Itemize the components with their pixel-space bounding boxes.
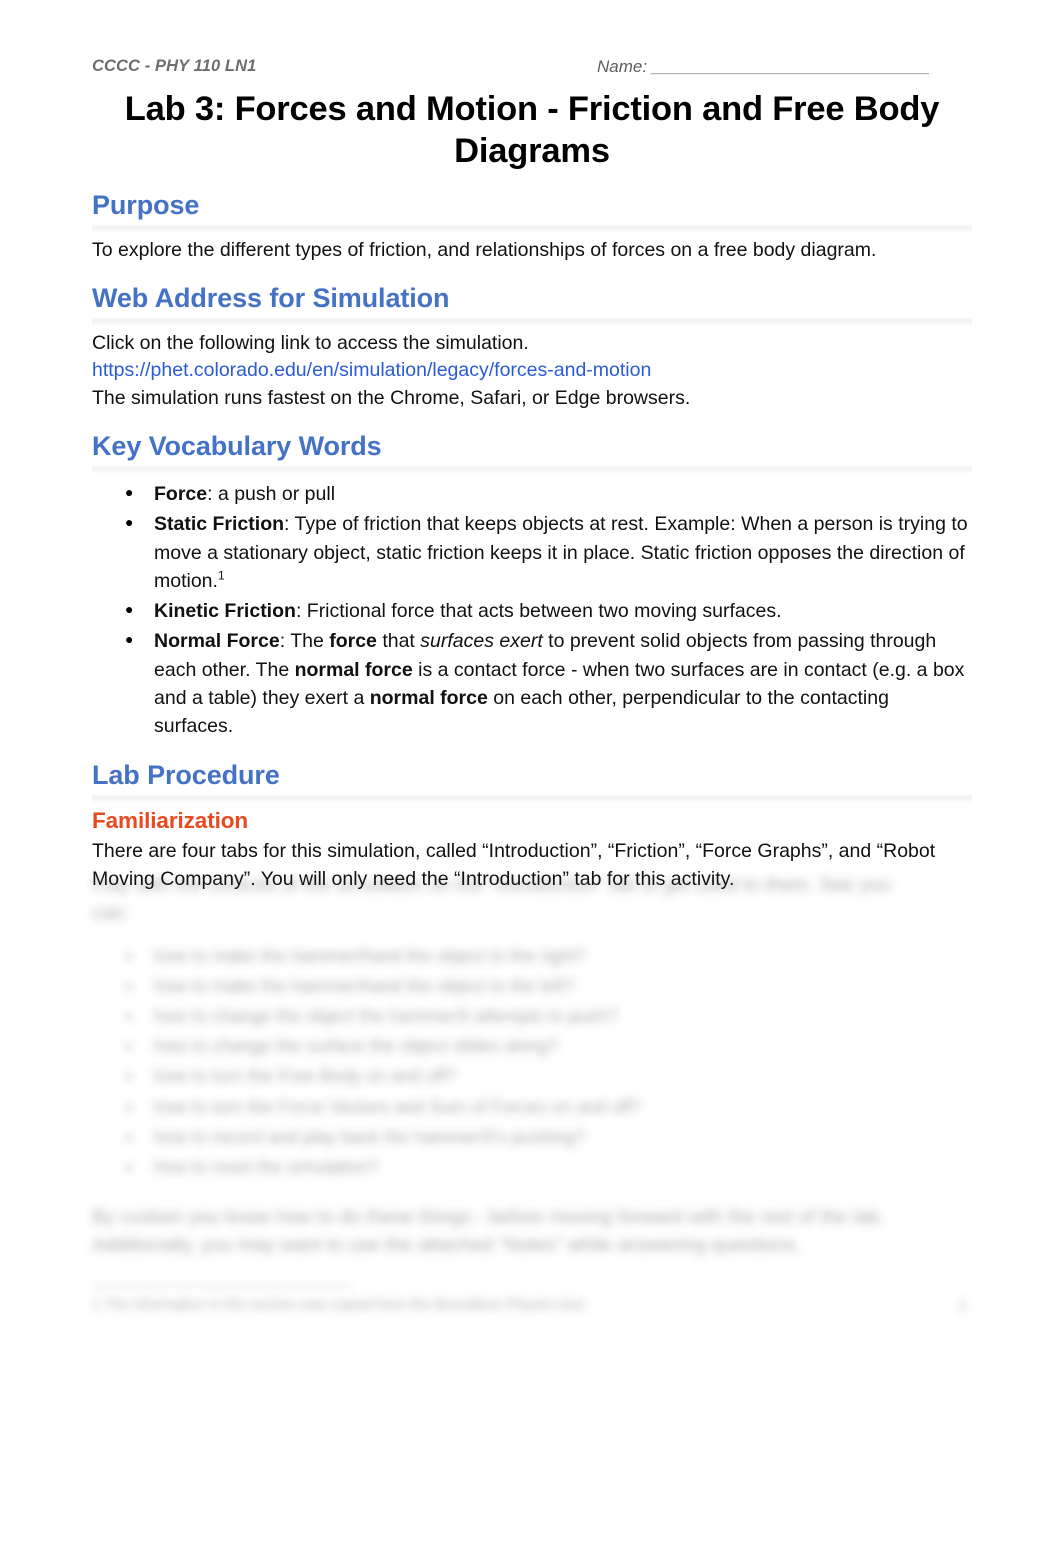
list-item: Normal Force: The force that surfaces ex… xyxy=(125,626,972,740)
list-item: how to change the surface the object sli… xyxy=(125,1032,972,1061)
browser-note: The simulation runs fastest on the Chrom… xyxy=(92,387,691,410)
text-run: normal force xyxy=(294,658,413,681)
simulation-link[interactable]: https://phet.colorado.edu/en/simulation/… xyxy=(92,359,651,381)
redacted-tail-line-2: Additionally, you may want to use the at… xyxy=(92,1233,801,1256)
heading-key-vocabulary: Key Vocabulary Words xyxy=(92,431,382,462)
text-run: surfaces exert xyxy=(420,630,543,653)
document-header: CCCC - PHY 110 LN1 Name: _______________… xyxy=(92,57,972,83)
text-run: normal force xyxy=(369,686,488,709)
list-item: how to turn the Force Vectors and Sum of… xyxy=(125,1093,972,1122)
vocab-separator: : xyxy=(207,483,218,506)
course-code-label: CCCC - PHY 110 LN1 xyxy=(92,57,257,75)
vocab-term: Normal Force xyxy=(154,630,280,653)
list-item: Static Friction: Type of friction that k… xyxy=(125,509,972,595)
footnote-marker: 1 xyxy=(217,568,225,583)
heading-familiarization: Familiarization xyxy=(92,808,249,834)
web-address-intro: Click on the following link to access th… xyxy=(92,331,529,354)
vocab-term: Static Friction xyxy=(154,513,285,536)
footnote-separator xyxy=(92,1285,352,1287)
text-run: The xyxy=(290,630,330,653)
redacted-question-list: how to make the hammer/hand the object t… xyxy=(92,942,972,1182)
document-page: CCCC - PHY 110 LN1 Name: _______________… xyxy=(0,0,1062,1556)
heading-rule xyxy=(92,316,972,326)
vocab-definition: Frictional force that acts between two m… xyxy=(306,600,782,623)
vocab-definition: a push or pull xyxy=(217,483,336,506)
list-item: how to record and play back the hammer/i… xyxy=(125,1123,972,1152)
heading-rule xyxy=(92,223,972,233)
text-run: that xyxy=(376,630,421,653)
heading-purpose: Purpose xyxy=(92,190,200,220)
vocab-separator: : xyxy=(295,600,307,623)
vocab-term: Force xyxy=(154,483,208,506)
vocab-term: Kinetic Friction xyxy=(154,600,296,623)
heading-lab-procedure: Lab Procedure xyxy=(92,760,280,791)
name-blank-rule: _______________________________ xyxy=(651,57,930,76)
footnote-text: 1 The information in this section was co… xyxy=(92,1296,588,1313)
list-item: how to make the hammer/hand the object t… xyxy=(125,972,972,1001)
list-item: how to make the hammer/hand the object t… xyxy=(125,942,972,971)
list-item: Kinetic Friction: Frictional force that … xyxy=(125,596,972,625)
purpose-text: To explore the different types of fricti… xyxy=(92,238,877,261)
list-item: how to change the object the hammer/it a… xyxy=(125,1002,972,1031)
redacted-intro-line-2: can: xyxy=(92,901,129,924)
vocabulary-list: Force: a push or pull Static Friction: T… xyxy=(92,479,972,740)
name-label: Name: xyxy=(597,57,648,76)
page-number: 1 xyxy=(958,1296,968,1315)
heading-web-address: Web Address for Simulation xyxy=(92,282,450,313)
heading-rule xyxy=(92,794,972,804)
list-item: how to reset the simulation? xyxy=(125,1153,972,1182)
document-body: Purpose To explore the different types o… xyxy=(92,190,972,894)
list-item: Force: a push or pull xyxy=(125,479,972,508)
list-item: how to turn the Free Body on and off? xyxy=(125,1062,972,1091)
redacted-intro-line-1: Play with the controls of the simulation… xyxy=(92,874,891,896)
vocab-separator: : xyxy=(284,513,295,536)
heading-rule xyxy=(92,465,972,475)
text-run: force xyxy=(329,630,377,653)
page-title: Lab 3: Forces and Motion - Friction and … xyxy=(124,90,940,171)
vocab-separator: : xyxy=(279,630,291,653)
redacted-content-region: Play with the controls of the simulation… xyxy=(92,872,972,1317)
redacted-tail-line-1: By custom you know how to do these thing… xyxy=(92,1206,885,1228)
name-field-block: Name: _______________________________ xyxy=(597,57,930,77)
simulation-link-line: https://phet.colorado.edu/en/simulation/… xyxy=(92,357,972,385)
